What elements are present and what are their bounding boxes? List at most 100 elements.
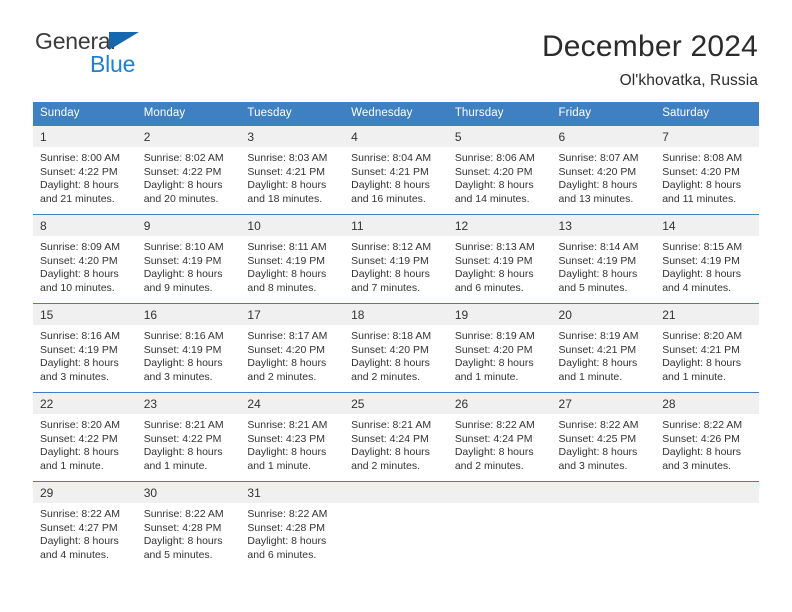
day-cell[interactable]: 20 Sunrise: 8:19 AM Sunset: 4:21 PM Dayl… — [551, 303, 656, 393]
day-cell[interactable]: 30 Sunrise: 8:22 AM Sunset: 4:28 PM Dayl… — [136, 481, 241, 568]
daylight-text-line1: Daylight: 8 hours — [454, 268, 534, 281]
sunset-text: Sunset: 4:19 PM — [143, 254, 222, 267]
sunset-text: Sunset: 4:22 PM — [143, 165, 222, 178]
sunset-text: Sunset: 4:21 PM — [662, 343, 740, 356]
day-cell[interactable]: 12 Sunrise: 8:13 AM Sunset: 4:19 PM Dayl… — [447, 214, 552, 304]
sunrise-text: Sunrise: 8:07 AM — [558, 152, 639, 164]
daylight-text-line2: and 1 minute. — [40, 459, 104, 472]
sunset-text: Sunset: 4:19 PM — [247, 254, 326, 267]
daylight-text-line2: and 4 minutes. — [662, 281, 732, 294]
day-cell[interactable]: 15 Sunrise: 8:16 AM Sunset: 4:19 PM Dayl… — [33, 303, 137, 393]
day-info: Sunrise: 8:11 AM Sunset: 4:19 PM Dayligh… — [240, 236, 344, 295]
daylight-text-line1: Daylight: 8 hours — [351, 179, 430, 192]
day-cell[interactable]: 19 Sunrise: 8:19 AM Sunset: 4:20 PM Dayl… — [447, 303, 552, 393]
day-info: Sunrise: 8:07 AM Sunset: 4:20 PM Dayligh… — [552, 147, 656, 206]
day-cell[interactable]: 7 Sunrise: 8:08 AM Sunset: 4:20 PM Dayli… — [655, 125, 759, 215]
daylight-text-line1: Daylight: 8 hours — [662, 268, 742, 281]
day-cell[interactable]: 17 Sunrise: 8:17 AM Sunset: 4:20 PM Dayl… — [240, 303, 345, 393]
sunset-text: Sunset: 4:20 PM — [558, 165, 637, 178]
sunset-text: Sunset: 4:21 PM — [247, 165, 326, 178]
title-block: December 2024 Ol'khovatka, Russia — [542, 28, 758, 90]
day-cell[interactable]: 18 Sunrise: 8:18 AM Sunset: 4:20 PM Dayl… — [344, 303, 448, 393]
day-cell[interactable]: 27 Sunrise: 8:22 AM Sunset: 4:25 PM Dayl… — [551, 392, 656, 482]
daylight-text-line2: and 21 minutes. — [40, 192, 115, 205]
sunrise-text: Sunrise: 8:15 AM — [662, 241, 743, 253]
sunset-text: Sunset: 4:21 PM — [351, 165, 429, 178]
sunrise-text: Sunrise: 8:22 AM — [558, 419, 639, 431]
weekday-header-sunday: Sunday — [33, 102, 137, 126]
sunrise-text: Sunrise: 8:22 AM — [143, 508, 224, 520]
daylight-text-line2: and 1 minute. — [558, 370, 623, 383]
sunrise-text: Sunrise: 8:22 AM — [247, 508, 328, 520]
sunrise-text: Sunrise: 8:08 AM — [662, 152, 743, 164]
day-info: Sunrise: 8:22 AM Sunset: 4:25 PM Dayligh… — [552, 414, 656, 473]
day-cell[interactable]: 6 Sunrise: 8:07 AM Sunset: 4:20 PM Dayli… — [551, 125, 656, 215]
day-cell[interactable]: 5 Sunrise: 8:06 AM Sunset: 4:20 PM Dayli… — [447, 125, 552, 215]
sunset-text: Sunset: 4:19 PM — [351, 254, 429, 267]
day-number: 18 — [344, 304, 448, 325]
logo-text-blue: Blue — [90, 51, 136, 77]
day-cell[interactable]: 9 Sunrise: 8:10 AM Sunset: 4:19 PM Dayli… — [136, 214, 241, 304]
day-number: 25 — [344, 393, 448, 414]
sunset-text: Sunset: 4:26 PM — [662, 432, 740, 445]
day-info: Sunrise: 8:13 AM Sunset: 4:19 PM Dayligh… — [448, 236, 552, 295]
day-number: 19 — [447, 304, 552, 325]
day-cell[interactable]: 28 Sunrise: 8:22 AM Sunset: 4:26 PM Dayl… — [655, 392, 759, 482]
day-number: 5 — [447, 126, 552, 147]
day-cell[interactable]: 23 Sunrise: 8:21 AM Sunset: 4:22 PM Dayl… — [136, 392, 241, 482]
day-cell[interactable]: 4 Sunrise: 8:04 AM Sunset: 4:21 PM Dayli… — [344, 125, 448, 215]
day-cell[interactable]: 25 Sunrise: 8:21 AM Sunset: 4:24 PM Dayl… — [344, 392, 448, 482]
daylight-text-line1: Daylight: 8 hours — [662, 179, 742, 192]
day-cell[interactable]: 1 Sunrise: 8:00 AM Sunset: 4:22 PM Dayli… — [33, 125, 137, 215]
daylight-text-line1: Daylight: 8 hours — [40, 446, 119, 459]
day-info: Sunrise: 8:02 AM Sunset: 4:22 PM Dayligh… — [137, 147, 241, 206]
daylight-text-line1: Daylight: 8 hours — [351, 268, 430, 281]
day-cell[interactable]: 2 Sunrise: 8:02 AM Sunset: 4:22 PM Dayli… — [136, 125, 241, 215]
daylight-text-line1: Daylight: 8 hours — [351, 446, 430, 459]
day-number: 7 — [655, 126, 759, 147]
daylight-text-line2: and 20 minutes. — [143, 192, 219, 205]
daylight-text-line2: and 2 minutes. — [351, 459, 420, 472]
daylight-text-line2: and 2 minutes. — [247, 370, 317, 383]
daylight-text-line1: Daylight: 8 hours — [40, 357, 119, 370]
day-info: Sunrise: 8:14 AM Sunset: 4:19 PM Dayligh… — [552, 236, 656, 295]
sunrise-text: Sunrise: 8:21 AM — [247, 419, 328, 431]
day-number: 2 — [136, 126, 241, 147]
day-cell[interactable]: 31 Sunrise: 8:22 AM Sunset: 4:28 PM Dayl… — [240, 481, 345, 568]
sunrise-text: Sunrise: 8:00 AM — [40, 152, 120, 164]
day-cell[interactable]: 3 Sunrise: 8:03 AM Sunset: 4:21 PM Dayli… — [240, 125, 345, 215]
daylight-text-line2: and 1 minute. — [143, 459, 208, 472]
daylight-text-line1: Daylight: 8 hours — [247, 446, 327, 459]
day-cell[interactable]: 22 Sunrise: 8:20 AM Sunset: 4:22 PM Dayl… — [33, 392, 137, 482]
day-cell[interactable]: 8 Sunrise: 8:09 AM Sunset: 4:20 PM Dayli… — [33, 214, 137, 304]
day-number: 4 — [344, 126, 448, 147]
general-blue-logo[interactable]: General Blue — [33, 28, 193, 80]
daylight-text-line1: Daylight: 8 hours — [662, 357, 742, 370]
day-cell[interactable]: 24 Sunrise: 8:21 AM Sunset: 4:23 PM Dayl… — [240, 392, 345, 482]
sunset-text: Sunset: 4:20 PM — [662, 165, 740, 178]
day-cell[interactable]: 26 Sunrise: 8:22 AM Sunset: 4:24 PM Dayl… — [447, 392, 552, 482]
day-cell[interactable]: 10 Sunrise: 8:11 AM Sunset: 4:19 PM Dayl… — [240, 214, 345, 304]
day-cell[interactable]: 11 Sunrise: 8:12 AM Sunset: 4:19 PM Dayl… — [344, 214, 448, 304]
daylight-text-line1: Daylight: 8 hours — [247, 357, 327, 370]
calendar-container: Sunday Monday Tuesday Wednesday Thursday… — [33, 102, 759, 568]
daylight-text-line2: and 6 minutes. — [247, 548, 317, 561]
day-info: Sunrise: 8:00 AM Sunset: 4:22 PM Dayligh… — [33, 147, 137, 206]
daylight-text-line2: and 3 minutes. — [143, 370, 213, 383]
day-cell[interactable]: 13 Sunrise: 8:14 AM Sunset: 4:19 PM Dayl… — [551, 214, 656, 304]
sunset-text: Sunset: 4:19 PM — [558, 254, 637, 267]
daylight-text-line2: and 11 minutes. — [662, 192, 737, 205]
day-cell-empty — [447, 481, 552, 568]
day-cell[interactable]: 21 Sunrise: 8:20 AM Sunset: 4:21 PM Dayl… — [655, 303, 759, 393]
sunrise-text: Sunrise: 8:12 AM — [351, 241, 432, 253]
day-number: 15 — [33, 304, 137, 325]
daylight-text-line2: and 5 minutes. — [558, 281, 628, 294]
day-cell[interactable]: 29 Sunrise: 8:22 AM Sunset: 4:27 PM Dayl… — [33, 481, 137, 568]
day-cell[interactable]: 14 Sunrise: 8:15 AM Sunset: 4:19 PM Dayl… — [655, 214, 759, 304]
daylight-text-line1: Daylight: 8 hours — [143, 357, 223, 370]
calendar-header-row: Sunday Monday Tuesday Wednesday Thursday… — [33, 102, 759, 126]
day-number: 30 — [136, 482, 241, 503]
sunset-text: Sunset: 4:28 PM — [247, 521, 326, 534]
sunset-text: Sunset: 4:19 PM — [143, 343, 222, 356]
day-cell[interactable]: 16 Sunrise: 8:16 AM Sunset: 4:19 PM Dayl… — [136, 303, 241, 393]
